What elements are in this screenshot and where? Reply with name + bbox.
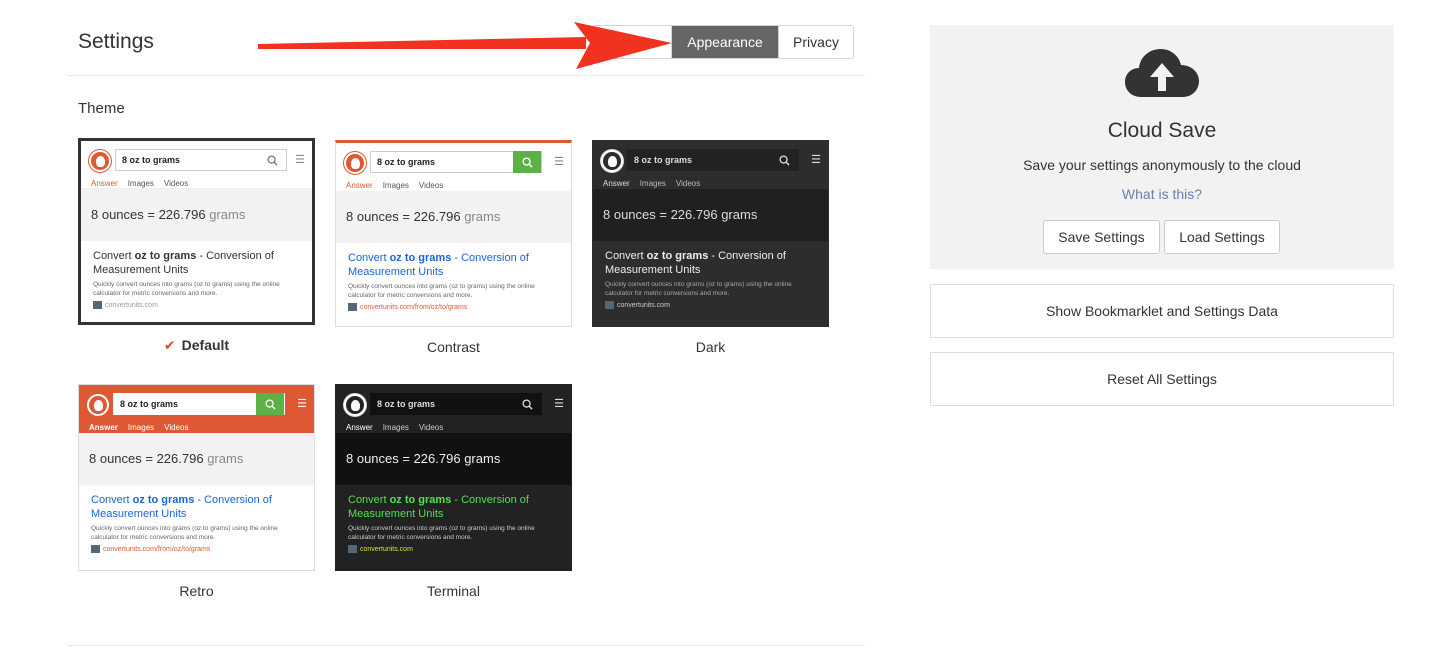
preview-result: Convert oz to grams - Conversion of Meas… — [348, 494, 535, 553]
theme-label-retro: Retro — [179, 583, 214, 599]
checkmark-icon: ✔ — [163, 337, 176, 353]
header-divider — [68, 75, 865, 76]
preview-answer: 8 ounces = 226.796 grams — [336, 433, 571, 485]
theme-preview-dark[interactable]: 8 oz to grams ☰ Answer Images Videos 8 oun… — [592, 140, 829, 327]
search-icon — [258, 149, 286, 171]
theme-option-retro[interactable]: 8 oz to grams ☰ Answer Images Videos 8 oun… — [78, 384, 315, 599]
tab-privacy[interactable]: Privacy — [778, 26, 853, 58]
annotation-arrow-icon — [258, 22, 672, 69]
show-bookmarklet-button[interactable]: Show Bookmarklet and Settings Data — [930, 284, 1394, 338]
hamburger-menu-icon: ☰ — [811, 154, 821, 166]
preview-result: Convert oz to grams - Conversion of Meas… — [93, 250, 280, 309]
preview-tabs: Answer Images Videos — [91, 179, 189, 188]
theme-label-default: ✔ Default — [163, 337, 230, 353]
duckduckgo-logo-icon — [87, 394, 109, 416]
favicon-icon — [93, 301, 102, 309]
theme-option-contrast[interactable]: 8 oz to grams ☰ Answer Images Videos 8 oun… — [335, 140, 572, 355]
cloud-upload-icon — [1125, 49, 1199, 97]
tab-appearance[interactable]: Appearance — [672, 26, 778, 58]
duckduckgo-logo-icon — [601, 150, 623, 172]
duckduckgo-logo-icon — [344, 394, 366, 416]
favicon-icon — [91, 545, 100, 553]
preview-tabs: Answer Images Videos — [603, 179, 701, 188]
search-icon — [770, 149, 798, 171]
preview-answer: 8 ounces = 226.796 grams — [81, 189, 312, 241]
theme-preview-retro[interactable]: 8 oz to grams ☰ Answer Images Videos 8 oun… — [78, 384, 315, 571]
preview-answer: 8 ounces = 226.796 grams — [593, 189, 828, 241]
cloud-save-description: Save your settings anonymously to the cl… — [1023, 157, 1301, 173]
preview-result: Convert oz to grams - Conversion of Meas… — [605, 250, 792, 309]
preview-tabs: Answer Images Videos — [346, 181, 444, 190]
load-settings-button[interactable]: Load Settings — [1164, 220, 1280, 254]
preview-search-box: 8 oz to grams — [370, 393, 542, 415]
favicon-icon — [605, 301, 614, 309]
page-title: Settings — [78, 30, 154, 53]
theme-preview-contrast[interactable]: 8 oz to grams ☰ Answer Images Videos 8 oun… — [335, 140, 572, 327]
bottom-divider — [68, 645, 865, 646]
theme-option-dark[interactable]: 8 oz to grams ☰ Answer Images Videos 8 oun… — [592, 140, 829, 355]
reset-all-settings-button[interactable]: Reset All Settings — [930, 352, 1394, 406]
what-is-this-link[interactable]: What is this? — [930, 186, 1394, 202]
theme-label-dark: Dark — [695, 339, 726, 355]
theme-preview-terminal[interactable]: 8 oz to grams ☰ Answer Images Videos 8 oun… — [335, 384, 572, 571]
hamburger-menu-icon: ☰ — [295, 154, 305, 166]
save-settings-button[interactable]: Save Settings — [1043, 220, 1160, 254]
cloud-save-panel: Cloud Save Save your settings anonymousl… — [930, 25, 1394, 269]
preview-answer: 8 ounces = 226.796 grams — [79, 433, 314, 485]
duckduckgo-logo-icon — [89, 150, 111, 172]
preview-tabs: Answer Images Videos — [346, 423, 444, 432]
hamburger-menu-icon: ☰ — [554, 398, 564, 410]
favicon-icon — [348, 303, 357, 311]
theme-section-label: Theme — [78, 100, 125, 117]
search-icon — [513, 151, 541, 173]
theme-label-terminal: Terminal — [427, 583, 480, 599]
cloud-save-title: Cloud Save — [1107, 119, 1217, 142]
hamburger-menu-icon: ☰ — [297, 398, 307, 410]
preview-result: Convert oz to grams - Conversion of Meas… — [91, 494, 278, 553]
preview-tabs: Answer Images Videos — [89, 423, 189, 432]
preview-search-box: 8 oz to grams — [113, 393, 285, 415]
search-icon — [513, 393, 541, 415]
preview-search-box: 8 oz to grams — [370, 151, 542, 173]
favicon-icon — [348, 545, 357, 553]
preview-result: Convert oz to grams - Conversion of Meas… — [348, 252, 535, 311]
preview-search-box: 8 oz to grams — [627, 149, 799, 171]
search-icon — [256, 393, 284, 415]
duckduckgo-logo-icon — [344, 152, 366, 174]
theme-option-default[interactable]: 8 oz to grams ☰ Answer Images Videos 8 oun… — [78, 138, 315, 354]
preview-search-box: 8 oz to grams — [115, 149, 287, 171]
theme-label-contrast: Contrast — [427, 339, 480, 355]
theme-preview-default[interactable]: 8 oz to grams ☰ Answer Images Videos 8 oun… — [78, 138, 315, 325]
hamburger-menu-icon: ☰ — [554, 156, 564, 168]
preview-answer: 8 ounces = 226.796 grams — [336, 191, 571, 243]
theme-option-terminal[interactable]: 8 oz to grams ☰ Answer Images Videos 8 oun… — [335, 384, 572, 599]
